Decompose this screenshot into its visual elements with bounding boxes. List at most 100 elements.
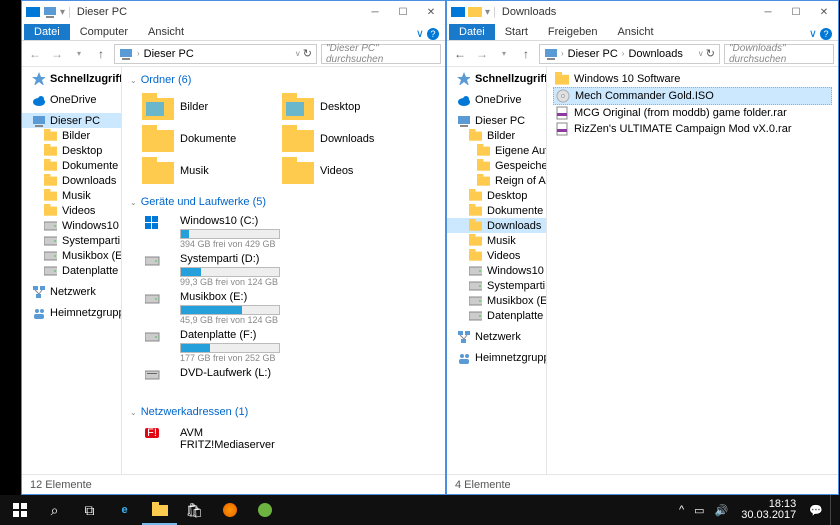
file-row[interactable]: MCG Original (from moddb) game folder.ra… <box>553 105 832 121</box>
sidebar-item[interactable]: Datenplatte (F:) <box>22 263 121 278</box>
show-desktop-button[interactable] <box>830 495 836 525</box>
network-icon[interactable]: ▭ <box>691 504 707 517</box>
section-header[interactable]: ⌄Netzwerkadressen (1) <box>122 403 445 421</box>
ribbon-tab[interactable]: Computer <box>70 24 138 40</box>
sidebar-item[interactable]: Downloads <box>22 173 121 188</box>
sidebar-item[interactable]: Musik <box>22 188 121 203</box>
sidebar-item[interactable]: Desktop <box>22 143 121 158</box>
ribbon-tab[interactable]: Freigeben <box>538 24 608 40</box>
up-button[interactable]: ↑ <box>92 45 110 63</box>
breadcrumb-segment[interactable]: Downloads <box>628 48 682 60</box>
folder-item[interactable]: Videos <box>280 155 420 187</box>
sidebar-item[interactable]: Systemparti (D:) <box>22 233 121 248</box>
content-pane[interactable]: Windows 10 SoftwareMech Commander Gold.I… <box>547 67 838 474</box>
folder-item[interactable]: Dokumente <box>140 123 280 155</box>
sidebar-item[interactable]: Dieser PC <box>22 113 121 128</box>
back-button[interactable]: ← <box>451 45 469 63</box>
edge-button[interactable]: e <box>107 495 142 525</box>
drive-item[interactable]: Musikbox (E:)45,9 GB frei von 124 GB <box>140 289 300 327</box>
folder-item[interactable]: Desktop <box>280 91 420 123</box>
sidebar-item[interactable]: OneDrive <box>22 92 121 107</box>
firefox-button[interactable] <box>212 495 247 525</box>
store-button[interactable]: 🛍 <box>177 495 212 525</box>
recent-dropdown[interactable]: ▾ <box>70 45 88 63</box>
file-row[interactable]: Mech Commander Gold.ISO <box>553 87 832 105</box>
back-button[interactable]: ← <box>26 45 44 63</box>
sidebar-item[interactable]: Bilder <box>22 128 121 143</box>
ribbon-tab[interactable]: Ansicht <box>138 24 194 40</box>
ribbon-tab[interactable]: Start <box>495 24 538 40</box>
action-center-icon[interactable]: 💬 <box>806 504 826 517</box>
maximize-button[interactable]: ☐ <box>389 1 417 23</box>
sidebar-item[interactable]: Musikbox (E:) <box>22 248 121 263</box>
search-button[interactable]: ⌕ <box>37 495 72 525</box>
address-bar[interactable]: › Dieser PC v↻ <box>114 44 317 64</box>
section-header[interactable]: ⌄Geräte und Laufwerke (5) <box>122 193 445 211</box>
forward-button[interactable]: → <box>48 45 66 63</box>
address-bar[interactable]: ›Dieser PC›Downloadsv↻ <box>539 44 720 64</box>
drive-item[interactable]: Datenplatte (F:)177 GB frei von 252 GB <box>140 327 300 365</box>
sidebar-item[interactable]: Reign of Augustus <box>447 173 546 188</box>
sidebar-item[interactable]: Musik <box>447 233 546 248</box>
ribbon-tab[interactable]: Ansicht <box>607 24 663 40</box>
help-dropdown[interactable]: ∨ ? <box>410 27 445 40</box>
file-row[interactable]: RizZen's ULTIMATE Campaign Mod vX.0.rar <box>553 121 832 137</box>
close-button[interactable]: ✕ <box>810 1 838 23</box>
sidebar-item[interactable]: Systemparti (D:) <box>447 278 546 293</box>
sidebar-item[interactable]: Desktop <box>447 188 546 203</box>
sidebar-item[interactable]: Netzwerk <box>22 284 121 299</box>
drive-item[interactable]: Windows10 (C:)394 GB frei von 429 GB <box>140 213 300 251</box>
sidebar-item[interactable]: Heimnetzgruppe <box>447 350 546 365</box>
sidebar-item[interactable]: Dieser PC <box>447 113 546 128</box>
close-button[interactable]: ✕ <box>417 1 445 23</box>
sidebar-item[interactable]: Netzwerk <box>447 329 546 344</box>
start-button[interactable] <box>2 495 37 525</box>
minimize-button[interactable]: ─ <box>361 1 389 23</box>
maximize-button[interactable]: ☐ <box>782 1 810 23</box>
app-button[interactable] <box>247 495 282 525</box>
sidebar-item[interactable]: Dokumente <box>22 158 121 173</box>
folder-item[interactable]: Downloads <box>280 123 420 155</box>
sidebar-item[interactable]: Dokumente <box>447 203 546 218</box>
sidebar-item[interactable]: Downloads <box>447 218 546 233</box>
folder-item[interactable]: Musik <box>140 155 280 187</box>
drive-item[interactable]: DVD-Laufwerk (L:) <box>140 365 300 397</box>
sidebar-item[interactable]: Musikbox (E:) <box>447 293 546 308</box>
search-input[interactable]: "Downloads" durchsuchen <box>724 44 834 64</box>
forward-button[interactable]: → <box>473 45 491 63</box>
ribbon-tab[interactable]: Datei <box>24 24 70 40</box>
sidebar-item[interactable]: Datenplatte (F:) <box>447 308 546 323</box>
volume-icon[interactable]: 🔊 <box>712 504 732 517</box>
sidebar-item[interactable]: Videos <box>447 248 546 263</box>
sidebar-item[interactable]: Bilder <box>447 128 546 143</box>
tray-chevron-icon[interactable]: ^ <box>676 504 687 516</box>
sidebar-item[interactable]: Windows10 (C:) <box>447 263 546 278</box>
sidebar-item[interactable]: OneDrive <box>447 92 546 107</box>
recent-dropdown[interactable]: ▾ <box>495 45 513 63</box>
ribbon-tab[interactable]: Datei <box>449 24 495 40</box>
section-header[interactable]: ⌄Ordner (6) <box>122 71 445 89</box>
drive-item[interactable]: Systemparti (D:)99,3 GB frei von 124 GB <box>140 251 300 289</box>
task-view-button[interactable]: ⧉ <box>72 495 107 525</box>
titlebar[interactable]: ▾ | Dieser PC ─ ☐ ✕ <box>22 1 445 23</box>
content-pane[interactable]: ⌄Ordner (6) BilderDesktopDokumenteDownloa… <box>122 67 445 474</box>
up-button[interactable]: ↑ <box>517 45 535 63</box>
sidebar-item[interactable]: Eigene Aufnahm <box>447 143 546 158</box>
folder-item[interactable]: Bilder <box>140 91 280 123</box>
help-dropdown[interactable]: ∨ ? <box>803 27 838 40</box>
sidebar-item[interactable]: Schnellzugriff <box>22 71 121 86</box>
network-item[interactable]: F!AVM FRITZ!Mediaserver <box>140 423 280 455</box>
sidebar-item[interactable]: Heimnetzgruppe <box>22 305 121 320</box>
titlebar[interactable]: ▾ | Downloads ─ ☐ ✕ <box>447 1 838 23</box>
file-row[interactable]: Windows 10 Software <box>553 71 832 87</box>
sidebar-item[interactable]: Windows10 (C:) <box>22 218 121 233</box>
search-input[interactable]: "Dieser PC" durchsuchen <box>321 44 441 64</box>
sidebar-item[interactable]: Gespeicherte Bilde <box>447 158 546 173</box>
pc-icon <box>544 47 557 60</box>
minimize-button[interactable]: ─ <box>754 1 782 23</box>
clock[interactable]: 18:1330.03.2017 <box>735 499 802 521</box>
sidebar-item[interactable]: Schnellzugriff <box>447 71 546 86</box>
explorer-button[interactable] <box>142 495 177 525</box>
breadcrumb-segment[interactable]: Dieser PC <box>568 48 618 60</box>
sidebar-item[interactable]: Videos <box>22 203 121 218</box>
